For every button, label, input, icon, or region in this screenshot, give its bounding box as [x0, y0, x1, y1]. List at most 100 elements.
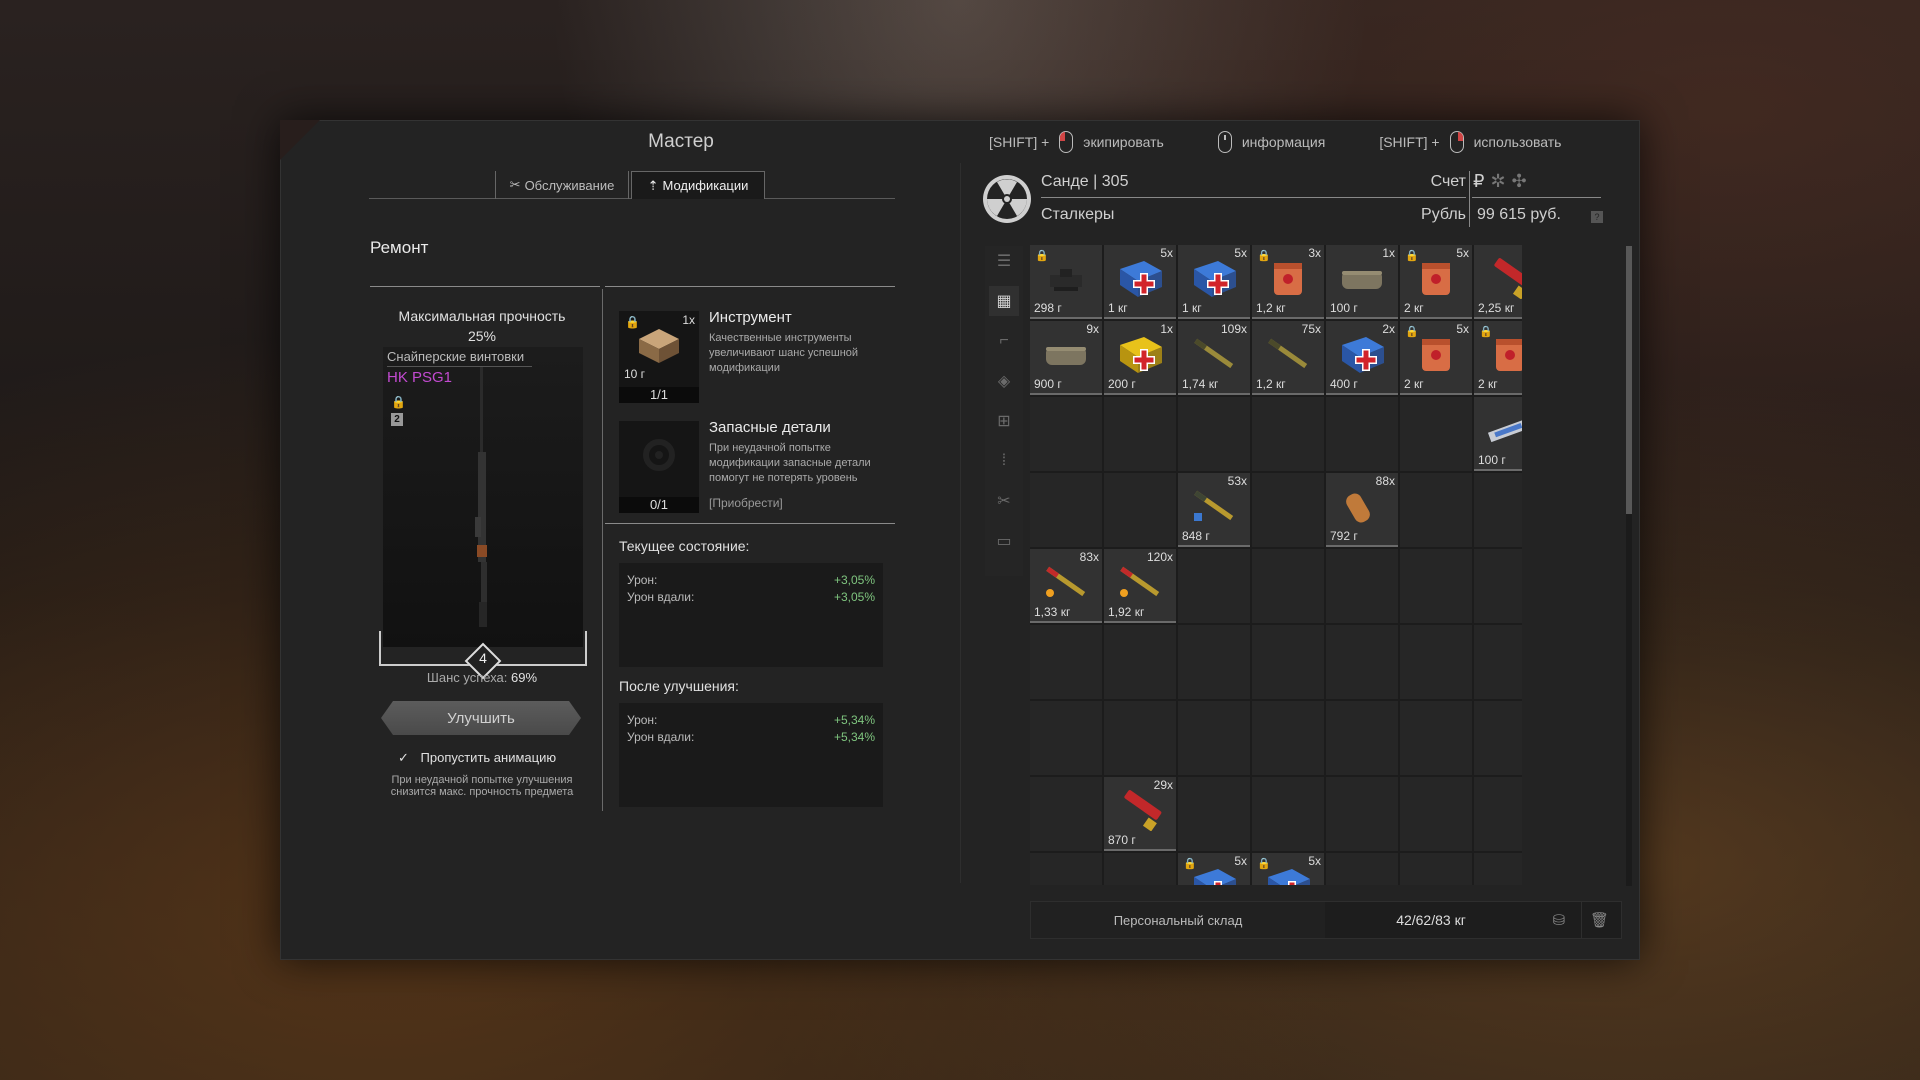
inventory-empty-cell[interactable] — [1400, 701, 1472, 775]
inventory-empty-cell[interactable] — [1400, 625, 1472, 699]
inventory-empty-cell[interactable] — [1252, 473, 1324, 547]
category-list-icon[interactable]: ☰ — [989, 246, 1019, 276]
scrollbar-thumb[interactable] — [1626, 246, 1632, 514]
inventory-empty-cell[interactable] — [1326, 549, 1398, 623]
inventory-item[interactable]: 1x 100 г — [1326, 245, 1398, 319]
inventory-empty-cell[interactable] — [1400, 549, 1472, 623]
currency-selector: ₽ ✲ ✣ — [1473, 171, 1527, 192]
inventory-empty-cell[interactable] — [1104, 625, 1176, 699]
divider — [370, 286, 600, 287]
inventory-item[interactable]: 🔒 5x — [1252, 853, 1324, 885]
inventory-empty-cell[interactable] — [1178, 625, 1250, 699]
category-armor-icon[interactable]: ◈ — [989, 366, 1019, 396]
inventory-item[interactable]: 75x2,25 кг — [1474, 245, 1522, 319]
inventory-empty-cell[interactable] — [1030, 853, 1102, 885]
inventory-empty-cell[interactable] — [1252, 777, 1324, 851]
inventory-item[interactable]: 1x 200 г — [1104, 321, 1176, 395]
inventory-item[interactable]: 🔒 5x — [1178, 853, 1250, 885]
inventory-empty-cell[interactable] — [1326, 397, 1398, 471]
inventory-empty-cell[interactable] — [1178, 701, 1250, 775]
inventory-empty-cell[interactable] — [1178, 777, 1250, 851]
inventory-item[interactable]: 88x 792 г — [1326, 473, 1398, 547]
inventory-item[interactable]: 83x 1,33 кг — [1030, 549, 1102, 623]
tab-modifications[interactable]: ⇡ Модификации — [631, 171, 765, 199]
section-title-repair: Ремонт — [370, 238, 429, 257]
inventory-item[interactable]: 🔒5x2 кг — [1400, 321, 1472, 395]
inventory-empty-cell[interactable] — [1326, 853, 1398, 885]
category-grid-icon[interactable]: ▦ — [989, 286, 1019, 316]
category-tools-icon[interactable]: ✂ — [989, 486, 1019, 516]
help-icon[interactable]: ? — [1591, 211, 1603, 223]
category-rifle-icon[interactable]: ⌐ — [989, 326, 1019, 356]
inventory-empty-cell[interactable] — [1400, 853, 1472, 885]
gear-currency-icon[interactable]: ✲ — [1490, 171, 1505, 192]
inventory-empty-cell[interactable] — [1400, 777, 1472, 851]
inventory-empty-cell[interactable] — [1030, 397, 1102, 471]
inventory-empty-cell[interactable] — [1104, 701, 1176, 775]
inventory-empty-cell[interactable] — [1474, 777, 1522, 851]
inventory-empty-cell[interactable] — [1474, 549, 1522, 623]
inventory-empty-cell[interactable] — [1252, 549, 1324, 623]
ruble-icon[interactable]: ₽ — [1473, 171, 1484, 192]
inventory-empty-cell[interactable] — [1030, 473, 1102, 547]
inventory-empty-cell[interactable] — [1104, 853, 1176, 885]
inventory-empty-cell[interactable] — [1474, 853, 1522, 885]
shell-icon — [1124, 790, 1162, 831]
inventory-empty-cell[interactable] — [1400, 397, 1472, 471]
inventory-empty-cell[interactable] — [1252, 625, 1324, 699]
pistol-bullet-icon — [1346, 493, 1370, 523]
inventory-empty-cell[interactable] — [1474, 473, 1522, 547]
upgrade-button[interactable]: Улучшить — [381, 701, 581, 735]
stash-name[interactable]: Персональный склад — [1031, 902, 1325, 938]
inventory-item[interactable]: 🔒 3x 1,2 кг — [1252, 245, 1324, 319]
inventory-item[interactable]: 29x 870 г — [1104, 777, 1176, 851]
inventory-item[interactable]: 109x 1,74 кг — [1178, 321, 1250, 395]
inventory-empty-cell[interactable] — [1326, 701, 1398, 775]
inventory-empty-cell[interactable] — [1030, 777, 1102, 851]
inventory-item[interactable]: 🔒 298 г — [1030, 245, 1102, 319]
inventory-empty-cell[interactable] — [1178, 549, 1250, 623]
stat-row: Урон: +5,34% — [627, 713, 875, 727]
inventory-item[interactable]: 9x 900 г — [1030, 321, 1102, 395]
category-medkit-icon[interactable]: ⊞ — [989, 406, 1019, 436]
category-box-icon[interactable]: ▭ — [989, 526, 1019, 556]
inventory-empty-cell[interactable] — [1104, 397, 1176, 471]
spare-parts-slot[interactable]: 0/1 — [619, 421, 699, 513]
medkit-orange-icon — [1496, 339, 1522, 371]
inventory-item[interactable]: 5x 1 кг — [1178, 245, 1250, 319]
master-window: Мастер ✂ Обслуживание ⇡ Модификации Ремо… — [280, 120, 1640, 960]
inventory-empty-cell[interactable] — [1104, 473, 1176, 547]
inventory-grid[interactable]: 🔒 298 г 5x 1 кг 5x 1 кг 🔒 3x 1,2 кг 1x 100 г 🔒 5x 2 к… — [1030, 245, 1522, 885]
inventory-empty-cell[interactable] — [1252, 701, 1324, 775]
inventory-empty-cell[interactable] — [1178, 397, 1250, 471]
category-ammo-icon[interactable]: ⁞ — [989, 446, 1019, 476]
inventory-item[interactable]: 🔒5x2 кг — [1400, 245, 1472, 319]
inventory-empty-cell[interactable] — [1252, 397, 1324, 471]
inventory-item[interactable]: 2x100 г — [1474, 397, 1522, 471]
inventory-empty-cell[interactable] — [1326, 625, 1398, 699]
tool-slot[interactable]: 🔒 1x 10 г 1/1 — [619, 311, 699, 403]
skip-animation-checkbox[interactable]: ✓ Пропустить анимацию — [398, 750, 556, 766]
inventory-empty-cell[interactable] — [1326, 777, 1398, 851]
faction-currency-icon[interactable]: ✣ — [1512, 171, 1527, 192]
bandage-icon — [1046, 347, 1086, 365]
stat-label: Урон: — [627, 573, 658, 587]
item-weight: 1 кг — [1108, 301, 1128, 315]
inventory-empty-cell[interactable] — [1474, 625, 1522, 699]
inventory-item[interactable]: 120x 1,92 кг — [1104, 549, 1176, 623]
inventory-item[interactable]: 🔒5x2 кг — [1474, 321, 1522, 395]
buy-spare-parts-link[interactable]: [Приобрести] — [709, 496, 783, 510]
inventory-empty-cell[interactable] — [1030, 625, 1102, 699]
inventory-item[interactable]: 2x 400 г — [1326, 321, 1398, 395]
inventory-empty-cell[interactable] — [1474, 701, 1522, 775]
inventory-item[interactable]: 75x 1,2 кг — [1252, 321, 1324, 395]
inventory-empty-cell[interactable] — [1030, 701, 1102, 775]
inventory-item[interactable]: 53x 848 г — [1178, 473, 1250, 547]
weapon-preview[interactable]: Снайперские винтовки HK PSG1 🔒 2 — [383, 347, 583, 647]
tab-service[interactable]: ✂ Обслуживание — [495, 171, 629, 199]
inventory-item[interactable]: 5x 1 кг — [1104, 245, 1176, 319]
item-weight: 1,92 кг — [1108, 605, 1145, 619]
inventory-empty-cell[interactable] — [1400, 473, 1472, 547]
item-weight: 870 г — [1108, 833, 1136, 847]
trash-icon[interactable]: 🗑 — [1581, 902, 1617, 938]
